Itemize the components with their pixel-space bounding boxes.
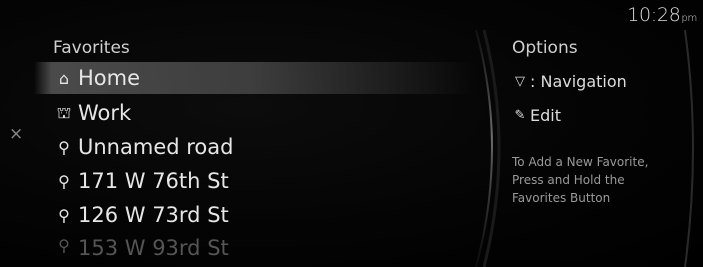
favorite-label: Home (78, 66, 141, 90)
favorite-label: Unnamed road (78, 135, 234, 159)
option-edit[interactable]: ✎ Edit (513, 106, 561, 125)
favorites-list: ⌂ Home ⛫ Work ⚲ Unnamed road ⚲ 171 W 76t… (34, 62, 474, 262)
filter-icon: ▽ (515, 74, 525, 89)
favorite-item-171-w-76th[interactable]: ⚲ 171 W 76th St (34, 164, 474, 198)
favorite-label: Work (78, 101, 132, 125)
clock-ampm: pm (681, 13, 698, 24)
pin-icon: ⚲ (58, 205, 70, 225)
favorite-item-home[interactable]: ⌂ Home (34, 62, 474, 94)
option-navigation[interactable]: ▽ : Navigation (513, 72, 627, 91)
option-navigation-label: : Navigation (530, 72, 627, 91)
favorite-label: 171 W 76th St (78, 169, 229, 193)
options-title: Options (512, 38, 578, 58)
favorite-label: 153 W 93rd St (78, 236, 229, 260)
favorite-label: 126 W 73rd St (78, 203, 229, 227)
add-favorite-hint: To Add a New Favorite, Press and Hold th… (512, 155, 649, 205)
pencil-icon: ✎ (514, 108, 526, 123)
right-edge-arc (684, 30, 694, 267)
close-icon[interactable]: × (9, 126, 23, 143)
favorites-title: Favorites (53, 38, 130, 58)
favorites-screen: 10:28pm × Favorites ⌂ Home ⛫ Work ⚲ Unna… (0, 0, 703, 267)
pin-icon: ⚲ (58, 236, 70, 255)
home-icon: ⌂ (58, 68, 70, 88)
option-edit-label: Edit (530, 106, 561, 125)
favorite-item-126-w-73rd[interactable]: ⚲ 126 W 73rd St (34, 198, 474, 232)
panel-divider-arc (475, 30, 501, 267)
clock: 10:28pm (627, 4, 697, 26)
favorite-item-153-w-93rd[interactable]: ⚲ 153 W 93rd St (34, 232, 474, 262)
favorite-item-work[interactable]: ⛫ Work (34, 96, 474, 130)
pin-icon: ⚲ (58, 171, 70, 191)
clock-time: 10:28 (627, 4, 681, 26)
favorite-item-unnamed-road[interactable]: ⚲ Unnamed road (34, 130, 474, 164)
pin-icon: ⚲ (58, 137, 70, 157)
briefcase-icon: ⛫ (56, 102, 72, 122)
